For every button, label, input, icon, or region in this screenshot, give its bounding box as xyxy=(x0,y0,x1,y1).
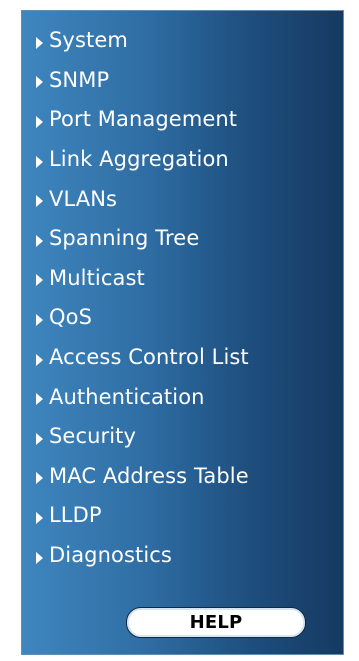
menu-item-label: Security xyxy=(49,424,137,449)
menu-item-label: Multicast xyxy=(49,265,145,290)
menu-item-spanning-tree[interactable]: Spanning Tree xyxy=(32,219,342,259)
help-button-label: HELP xyxy=(189,612,243,633)
menu-item-snmp[interactable]: SNMP xyxy=(32,61,342,101)
triangle-right-icon xyxy=(36,551,43,564)
menu-item-security[interactable]: Security xyxy=(32,417,342,457)
menu-item-link-aggregation[interactable]: Link Aggregation xyxy=(32,140,342,180)
menu-item-label: VLANs xyxy=(49,186,118,211)
triangle-right-icon xyxy=(36,115,43,128)
triangle-right-icon xyxy=(36,155,43,168)
triangle-right-icon xyxy=(36,313,43,326)
menu-item-vlans[interactable]: VLANs xyxy=(32,179,342,219)
triangle-right-icon xyxy=(36,432,43,445)
menu-item-authentication[interactable]: Authentication xyxy=(32,377,342,417)
menu-item-mac-address-table[interactable]: MAC Address Table xyxy=(32,457,342,497)
triangle-right-icon xyxy=(36,393,43,406)
menu-item-label: Authentication xyxy=(49,384,205,409)
menu-item-label: SNMP xyxy=(49,67,110,92)
menu-item-port-management[interactable]: Port Management xyxy=(32,100,342,140)
navigation-menu: System SNMP Port Management Link Aggrega… xyxy=(32,21,342,575)
triangle-right-icon xyxy=(36,274,43,287)
menu-item-label: LLDP xyxy=(49,503,102,528)
menu-item-label: System xyxy=(49,28,128,53)
triangle-right-icon xyxy=(36,234,43,247)
triangle-right-icon xyxy=(36,36,43,49)
triangle-right-icon xyxy=(36,76,43,89)
triangle-right-icon xyxy=(36,472,43,485)
menu-item-lldp[interactable]: LLDP xyxy=(32,496,342,536)
menu-item-diagnostics[interactable]: Diagnostics xyxy=(32,536,342,576)
menu-item-qos[interactable]: QoS xyxy=(32,298,342,338)
navigation-panel: System SNMP Port Management Link Aggrega… xyxy=(21,10,344,655)
triangle-right-icon xyxy=(36,353,43,366)
menu-item-label: Access Control List xyxy=(49,345,249,370)
menu-item-label: Spanning Tree xyxy=(49,226,200,251)
help-button[interactable]: HELP xyxy=(126,607,306,638)
menu-item-system[interactable]: System xyxy=(32,21,342,61)
menu-item-label: Diagnostics xyxy=(49,543,172,568)
menu-item-label: MAC Address Table xyxy=(49,463,249,488)
menu-item-label: QoS xyxy=(49,305,93,330)
menu-item-label: Link Aggregation xyxy=(49,147,229,172)
menu-item-multicast[interactable]: Multicast xyxy=(32,259,342,299)
triangle-right-icon xyxy=(36,511,43,524)
triangle-right-icon xyxy=(36,195,43,208)
page-root: System SNMP Port Management Link Aggrega… xyxy=(0,0,359,661)
menu-item-label: Port Management xyxy=(49,107,238,132)
menu-item-access-control-list[interactable]: Access Control List xyxy=(32,338,342,378)
